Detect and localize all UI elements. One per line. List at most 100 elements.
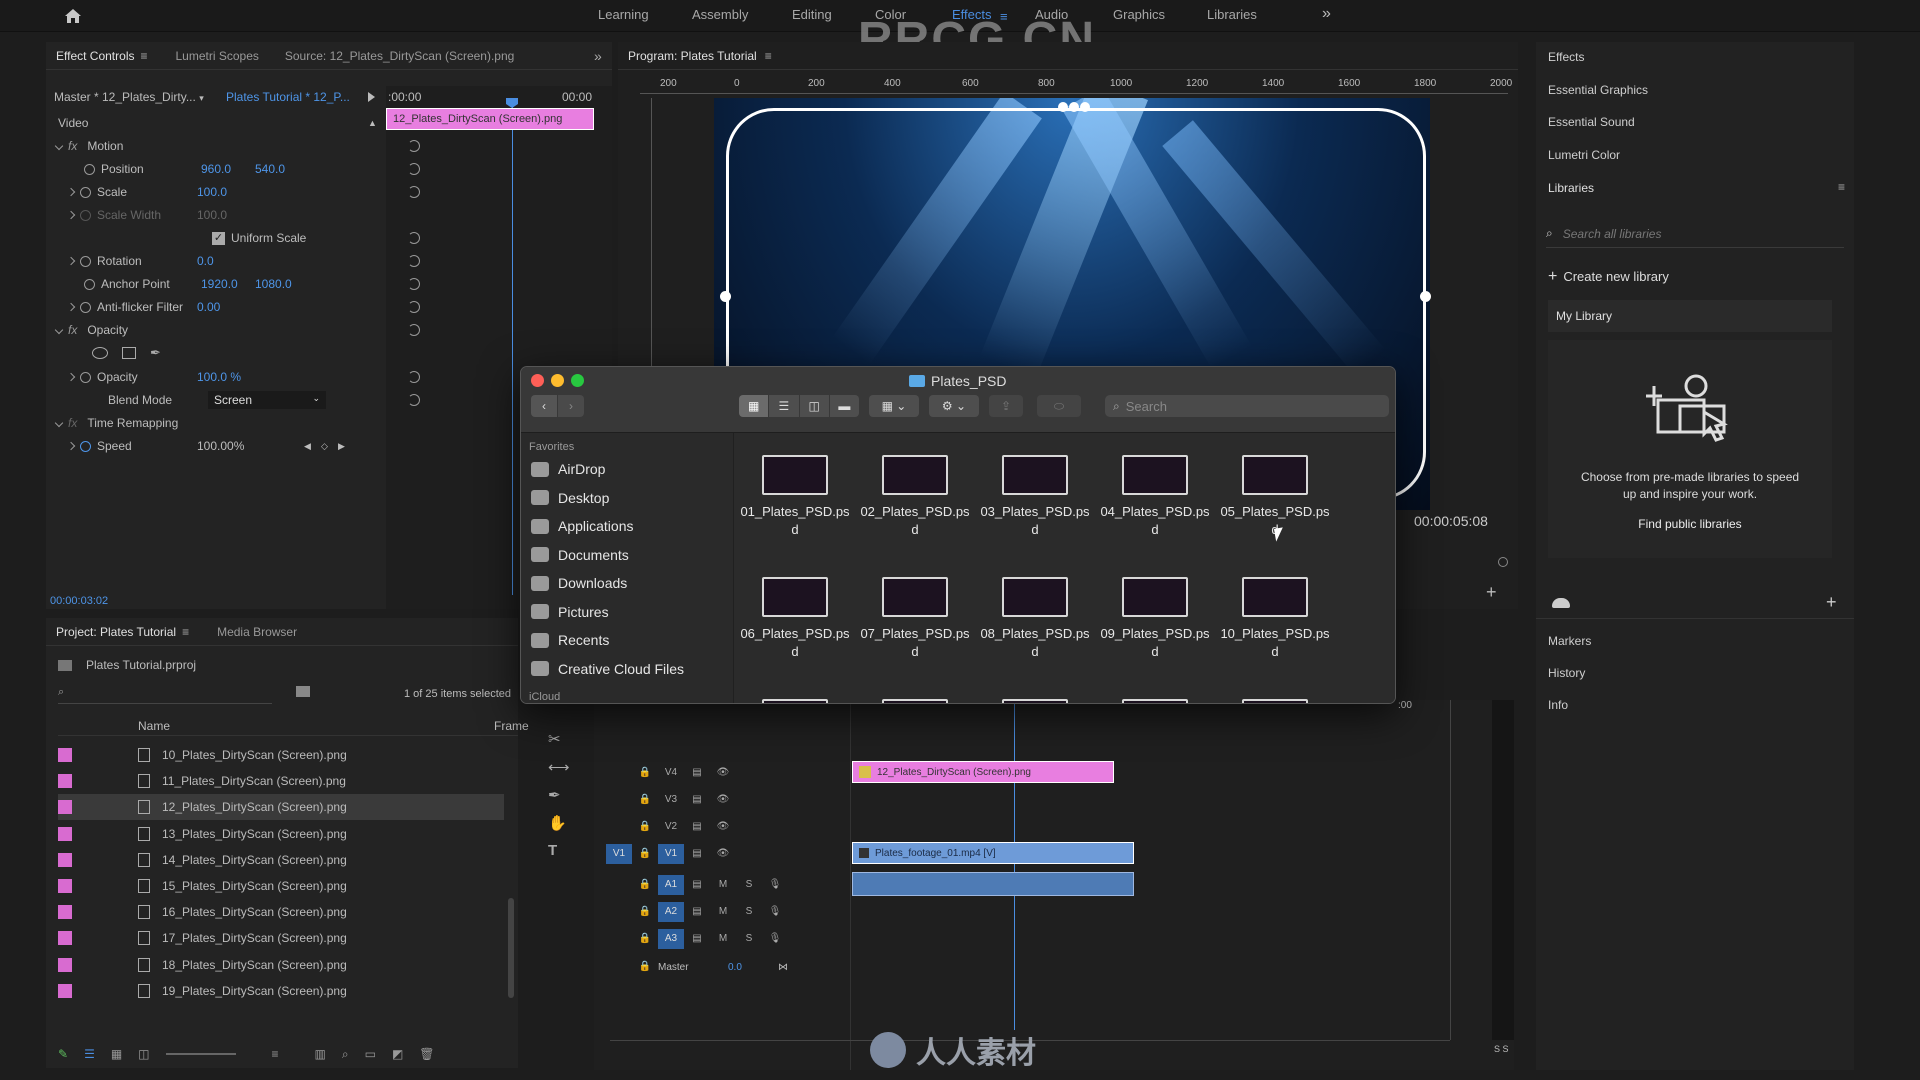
track-label[interactable]: A3	[658, 929, 684, 949]
tab-project[interactable]: Project: Plates Tutorial	[56, 625, 176, 639]
trash-icon[interactable]: 🗑	[419, 1047, 434, 1061]
panel-history[interactable]: History	[1548, 666, 1585, 680]
file-name[interactable]: 08_Plates_PSD.ps d	[975, 625, 1095, 661]
zoom-slider[interactable]	[165, 1053, 236, 1055]
expand-icon[interactable]	[66, 256, 76, 266]
forward-button[interactable]: ›	[558, 395, 584, 417]
mic-icon[interactable]: 🎙	[762, 902, 788, 922]
workspace-assembly[interactable]: Assembly	[692, 7, 748, 22]
project-scrollbar[interactable]	[508, 898, 514, 998]
label-color-swatch[interactable]	[58, 905, 72, 920]
playhead[interactable]	[512, 100, 513, 595]
pen-mask-icon[interactable]: ✒	[150, 345, 161, 361]
lock-icon[interactable]: 🔒	[632, 902, 658, 922]
eye-icon[interactable]: 👁	[710, 817, 736, 837]
file-thumbnail[interactable]	[1242, 577, 1308, 617]
sync-icon[interactable]: ▤	[684, 875, 710, 895]
scale-value[interactable]: 100.0	[197, 185, 227, 199]
add-button-icon[interactable]: +	[1486, 582, 1497, 603]
type-tool-icon[interactable]: T	[548, 842, 557, 859]
back-button[interactable]: ‹	[531, 395, 557, 417]
antiflicker-value[interactable]: 0.00	[197, 300, 220, 314]
mute-button[interactable]: M	[710, 902, 736, 922]
list-item[interactable]: 16_Plates_DirtyScan (Screen).png	[58, 899, 504, 925]
expand-icon[interactable]	[66, 441, 76, 451]
file-thumbnail[interactable]	[1122, 699, 1188, 703]
list-view-button[interactable]: ☰	[769, 395, 799, 417]
track-label[interactable]: V1	[658, 844, 684, 864]
zoom-button[interactable]	[571, 374, 584, 387]
my-library-item[interactable]: My Library	[1548, 300, 1832, 332]
label-color-swatch[interactable]	[58, 879, 72, 893]
reset-icon[interactable]	[408, 394, 420, 406]
tab-source[interactable]: Source: 12_Plates_DirtyScan (Screen).png	[285, 49, 514, 63]
label-color-swatch[interactable]	[58, 826, 72, 841]
minimize-button[interactable]	[551, 374, 564, 387]
slip-tool-icon[interactable]: ⟷	[548, 758, 570, 776]
pencil-icon[interactable]: ✎	[58, 1047, 68, 1061]
expand-icon[interactable]	[54, 418, 64, 428]
lock-icon[interactable]: 🔒	[632, 957, 658, 977]
anchor-x[interactable]: 1920.0	[201, 277, 255, 291]
file-thumbnail[interactable]	[1002, 699, 1068, 703]
opacity-value[interactable]: 100.0 %	[197, 370, 241, 384]
sync-icon[interactable]: ▤	[684, 844, 710, 864]
file-thumbnail[interactable]	[762, 455, 828, 495]
transform-handle-left[interactable]	[720, 291, 731, 302]
file-name[interactable]: 01_Plates_PSD.ps d	[735, 503, 855, 539]
stopwatch-icon[interactable]	[80, 255, 91, 267]
panel-libraries[interactable]: Libraries	[1548, 181, 1594, 195]
file-name[interactable]: 07_Plates_PSD.ps d	[855, 625, 975, 661]
file-thumbnail[interactable]	[1122, 455, 1188, 495]
stopwatch-icon[interactable]	[80, 301, 91, 313]
label-color-swatch[interactable]	[58, 800, 72, 815]
panel-markers[interactable]: Markers	[1548, 634, 1591, 648]
sidebar-item-applications[interactable]: Applications	[531, 518, 634, 534]
cloud-icon[interactable]	[1552, 598, 1570, 608]
stopwatch-icon[interactable]	[80, 186, 91, 198]
anchor-y[interactable]: 1080.0	[255, 277, 292, 291]
more-panels-icon[interactable]: »	[594, 48, 602, 64]
reset-icon[interactable]	[408, 232, 420, 244]
vertical-scroll-handle[interactable]	[1450, 700, 1460, 1040]
freeform-view-icon[interactable]: ◫	[138, 1047, 149, 1061]
file-thumbnail[interactable]	[882, 699, 948, 703]
workspace-libraries[interactable]: Libraries	[1207, 7, 1257, 22]
gallery-view-button[interactable]: ▬	[829, 395, 859, 417]
panel-menu-icon[interactable]: ≡	[765, 49, 772, 63]
razor-tool-icon[interactable]: ✂	[548, 730, 561, 748]
rotation-value[interactable]: 0.0	[197, 254, 214, 268]
sync-icon[interactable]: ▤	[684, 763, 710, 783]
create-library-button[interactable]: + Create new library	[1548, 268, 1669, 286]
eye-icon[interactable]: 👁	[710, 763, 736, 783]
sidebar-item-airdrop[interactable]: AirDrop	[531, 461, 605, 477]
position-x[interactable]: 960.0	[201, 162, 255, 176]
list-item[interactable]: 14_Plates_DirtyScan (Screen).png	[58, 847, 504, 873]
label-color-swatch[interactable]	[58, 931, 72, 946]
group-button[interactable]: ▦ ⌄	[869, 395, 919, 417]
new-bin-button-icon[interactable]: ▭	[365, 1047, 376, 1061]
sidebar-item-recents[interactable]: Recents	[531, 632, 609, 648]
panel-menu-icon[interactable]: ≡	[140, 49, 147, 63]
library-search-input[interactable]: ⌕ Search all libraries	[1546, 220, 1844, 248]
tab-program[interactable]: Program: Plates Tutorial	[628, 49, 757, 63]
timeline-playhead[interactable]	[1014, 700, 1015, 1030]
tab-effect-controls[interactable]: Effect Controls	[56, 49, 134, 63]
sync-icon[interactable]: ▤	[684, 817, 710, 837]
source-patch-v1[interactable]: V1	[606, 844, 632, 864]
master-selector[interactable]: Master * 12_Plates_Dirty... ▾	[54, 90, 204, 104]
more-workspaces-icon[interactable]: »	[1322, 5, 1331, 23]
master-value[interactable]: 0.0	[728, 962, 778, 973]
close-button[interactable]	[531, 374, 544, 387]
stopwatch-icon[interactable]	[84, 163, 95, 175]
label-color-swatch[interactable]	[58, 983, 72, 998]
file-thumbnail[interactable]	[1242, 455, 1308, 495]
reset-icon[interactable]	[408, 301, 420, 313]
lock-icon[interactable]: 🔒	[632, 763, 658, 783]
panel-info[interactable]: Info	[1548, 698, 1568, 712]
reset-icon[interactable]	[408, 163, 420, 175]
list-item[interactable]: 13_Plates_DirtyScan (Screen).png	[58, 821, 504, 847]
action-button[interactable]: ⚙ ⌄	[929, 395, 979, 417]
file-name[interactable]: 06_Plates_PSD.ps d	[735, 625, 855, 661]
finder-search-input[interactable]: ⌕ Search	[1105, 395, 1389, 417]
